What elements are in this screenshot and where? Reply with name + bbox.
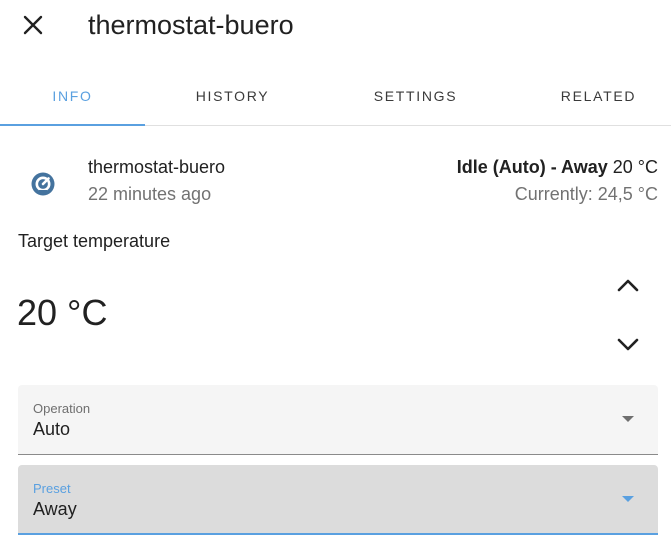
target-temperature-label: Target temperature [18, 231, 171, 251]
entity-name: thermostat-buero [88, 157, 226, 177]
decrease-temperature-button[interactable] [608, 325, 648, 365]
state-mode: Idle (Auto) - Away [456, 157, 608, 177]
tab-history[interactable]: HISTORY [160, 66, 305, 125]
tab-related[interactable]: RELATED [526, 66, 671, 125]
chevron-up-icon [617, 279, 639, 292]
state-target: 20 °C [612, 157, 658, 177]
entity-row: thermostat-buero 22 minutes ago Idle (Au… [0, 150, 671, 214]
close-icon [23, 15, 43, 35]
current-temperature: Currently: 24,5 °C [514, 184, 658, 204]
thermostat-icon [31, 172, 55, 196]
tab-bar: INFO HISTORY SETTINGS RELATED [0, 66, 671, 126]
close-button[interactable] [14, 6, 52, 44]
tab-info[interactable]: INFO [0, 66, 145, 125]
target-temperature-value: 20 °C [17, 292, 108, 333]
preset-select[interactable]: Preset Away [18, 465, 658, 535]
dropdown-arrow-icon [622, 416, 634, 422]
operation-value: Auto [33, 419, 71, 439]
operation-label: Operation [33, 401, 91, 416]
entity-state: Idle (Auto) - Away 20 °C [457, 157, 658, 178]
increase-temperature-button[interactable] [608, 265, 648, 305]
preset-value: Away [33, 499, 77, 519]
chevron-down-icon [617, 338, 639, 351]
dialog-title: thermostat-buero [88, 10, 294, 40]
active-tab-indicator [0, 124, 145, 126]
last-changed: 22 minutes ago [88, 184, 212, 204]
dialog-header: thermostat-buero [0, 0, 671, 52]
dropdown-arrow-icon [622, 496, 634, 502]
operation-select[interactable]: Operation Auto [18, 385, 658, 455]
tab-settings[interactable]: SETTINGS [343, 66, 488, 125]
preset-label: Preset [33, 481, 71, 496]
